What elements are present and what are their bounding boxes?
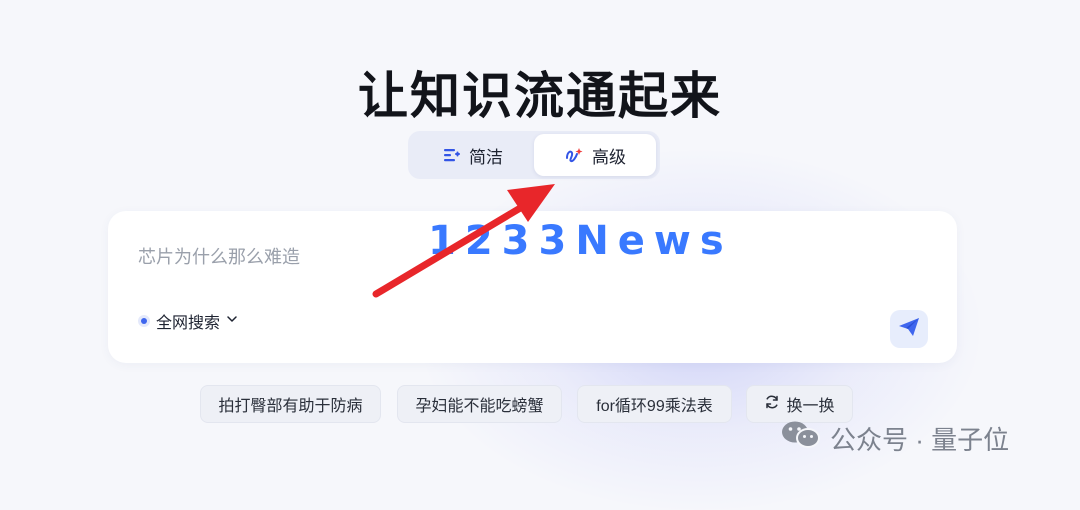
list-lines-icon bbox=[443, 147, 461, 163]
refresh-button[interactable]: 换一换 bbox=[746, 385, 853, 423]
tab-simple[interactable]: 简洁 bbox=[414, 134, 532, 176]
search-input[interactable] bbox=[136, 239, 880, 275]
suggestion-chip[interactable]: for循环99乘法表 bbox=[577, 385, 732, 423]
page-title: 让知识流通起来 bbox=[358, 67, 722, 124]
send-button[interactable] bbox=[890, 310, 928, 348]
sparkle-pen-icon bbox=[564, 146, 584, 164]
tab-advanced[interactable]: 高级 bbox=[534, 134, 656, 176]
chevron-down-icon bbox=[226, 312, 238, 330]
dot-icon bbox=[138, 315, 150, 327]
wechat-icon bbox=[780, 419, 822, 458]
tab-advanced-label: 高级 bbox=[592, 147, 626, 167]
paper-plane-icon bbox=[898, 317, 920, 342]
suggestion-chip[interactable]: 拍打臀部有助于防病 bbox=[200, 385, 381, 423]
search-card: 全网搜索 bbox=[108, 211, 957, 363]
refresh-label: 换一换 bbox=[786, 398, 835, 415]
credit-text: 公众号 · 量子位 bbox=[830, 424, 1010, 455]
tab-simple-label: 简洁 bbox=[469, 147, 503, 167]
wechat-credit: 公众号 · 量子位 bbox=[780, 420, 1009, 456]
search-scope-dropdown[interactable]: 全网搜索 bbox=[138, 309, 238, 333]
suggestion-chip[interactable]: 孕妇能不能吃螃蟹 bbox=[397, 385, 562, 423]
mode-switch: 简洁 高级 bbox=[408, 131, 660, 179]
refresh-icon bbox=[764, 394, 780, 415]
search-scope-label: 全网搜索 bbox=[156, 315, 221, 332]
